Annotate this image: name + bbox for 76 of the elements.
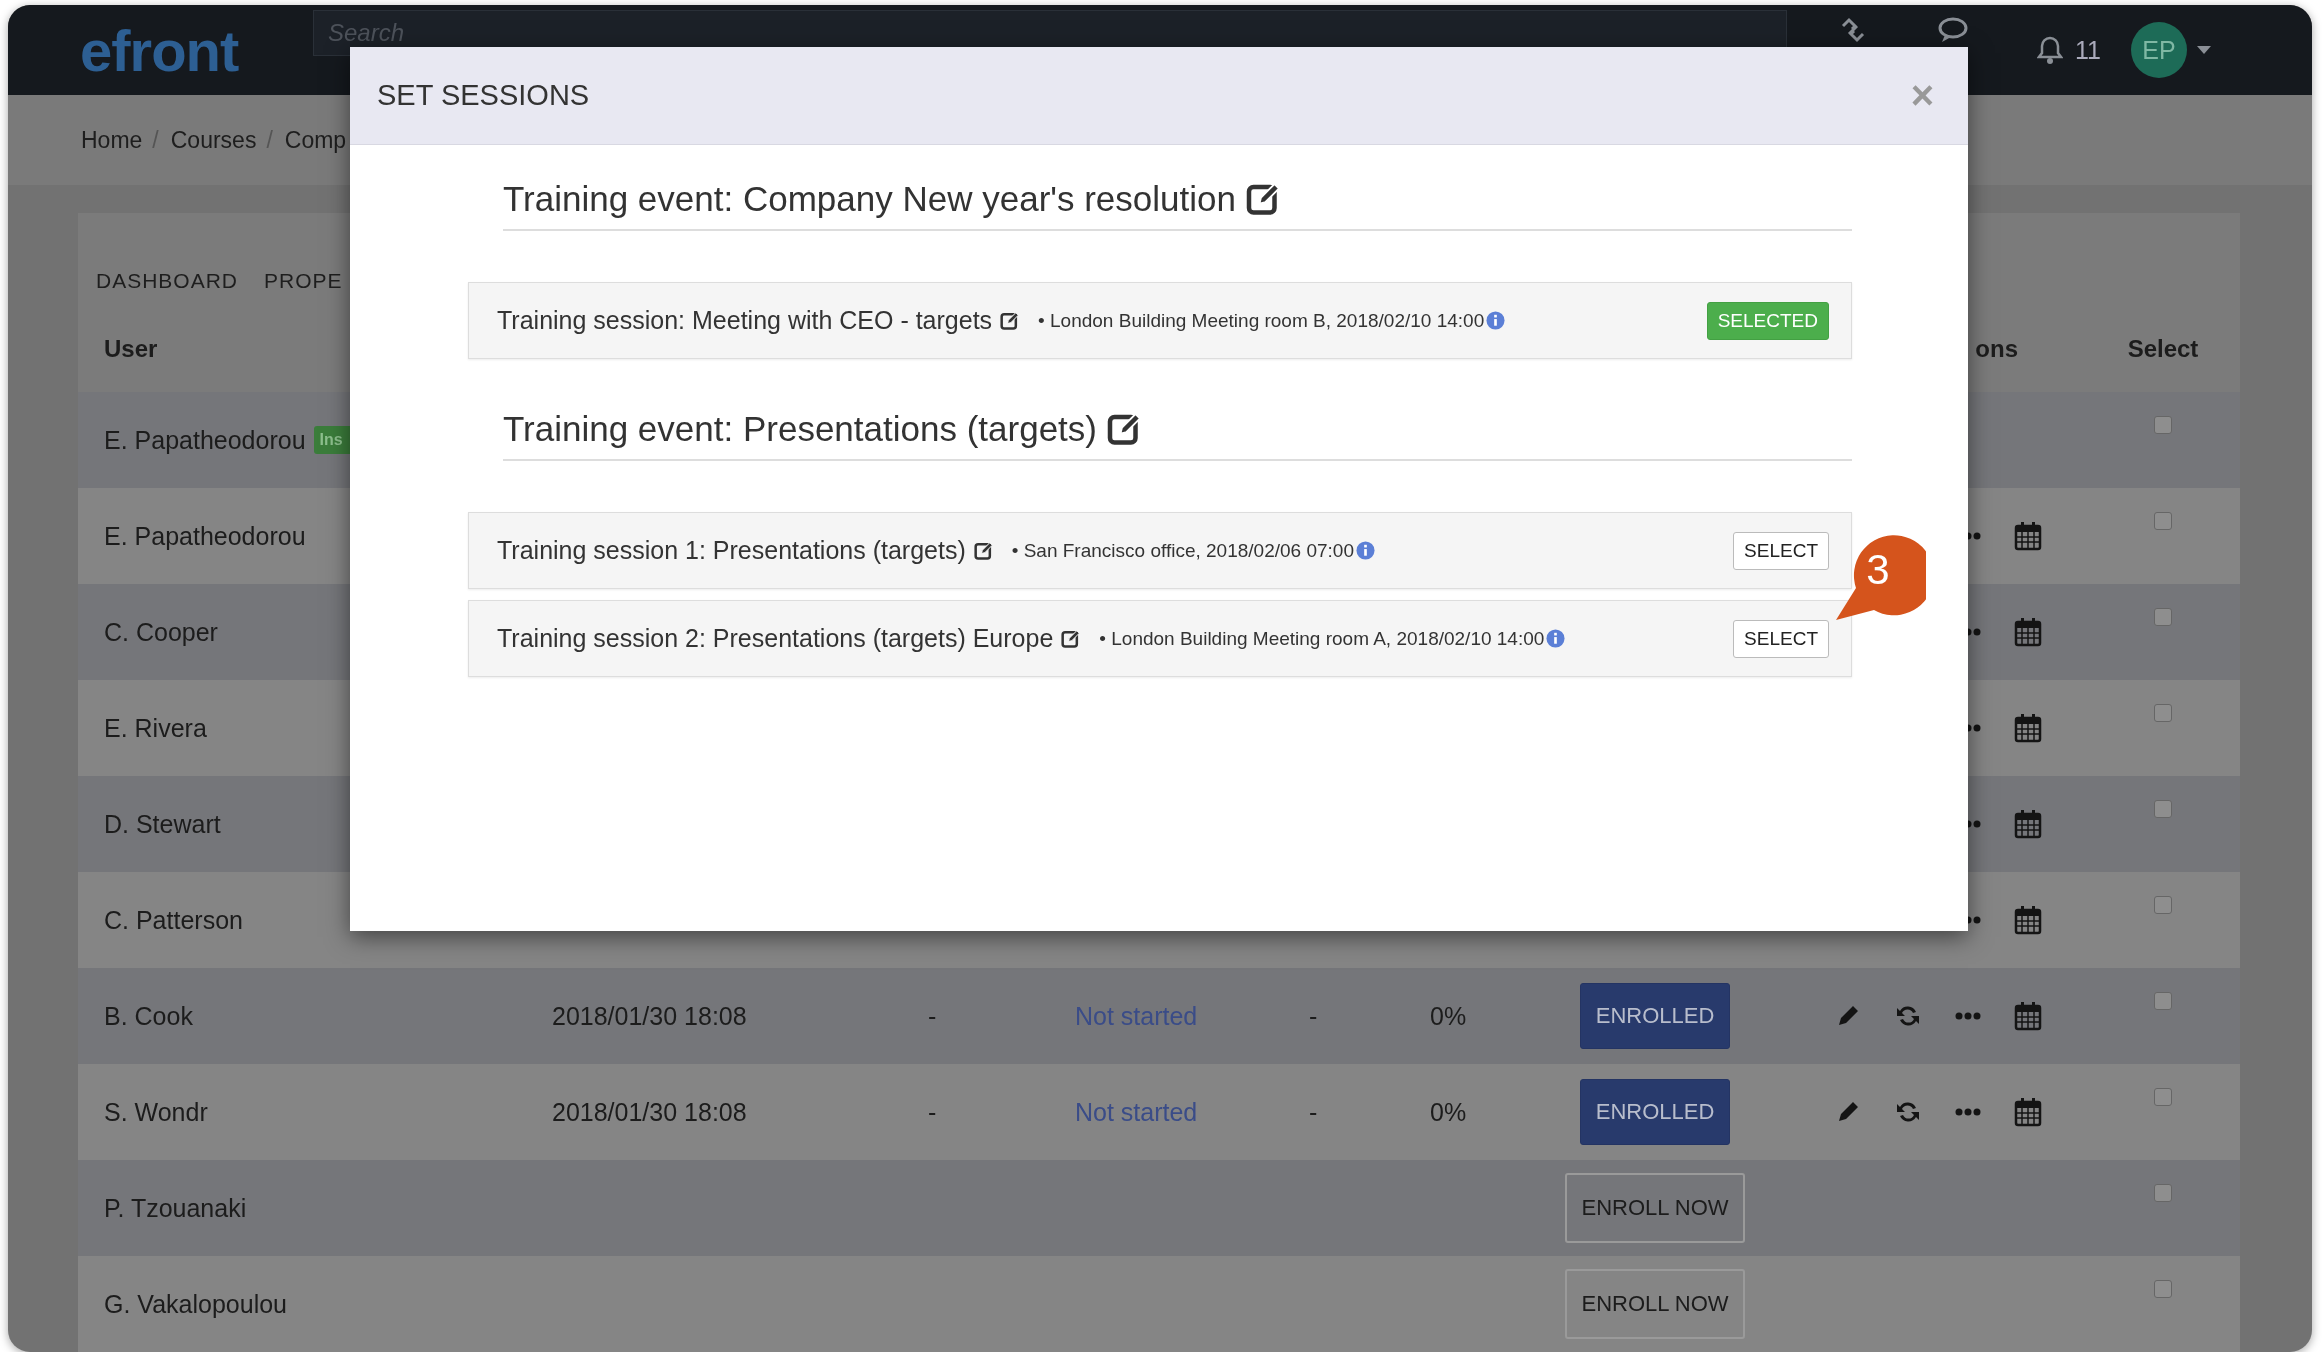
select-button[interactable]: SELECT — [1733, 619, 1829, 658]
event-heading: Training event: Presentations (targets) — [503, 409, 1097, 449]
dialog-title: SET SESSIONS — [377, 79, 591, 112]
tab[interactable]: PROPE — [264, 269, 343, 293]
caret-icon[interactable] — [2196, 45, 2211, 55]
row-checkbox[interactable] — [2154, 1088, 2172, 1106]
column-header: Select — [2126, 334, 2199, 363]
table-cell-text: - — [1309, 1001, 1319, 1031]
calendar-icon[interactable] — [2014, 713, 2042, 743]
session-title: Training session 1: Presentations (targets) — [497, 536, 966, 565]
column-header: User — [104, 334, 159, 363]
row-checkbox[interactable] — [2154, 800, 2172, 818]
calendar-icon[interactable] — [2014, 521, 2042, 551]
row-checkbox[interactable] — [2154, 1184, 2172, 1202]
user-avatar[interactable]: EP — [2130, 22, 2187, 78]
user-name: P. Tzouanaki — [104, 1193, 247, 1223]
notification-count: 11 — [2075, 35, 2101, 65]
user-name: D. Stewart — [104, 809, 221, 839]
breadcrumb-separator: / — [152, 126, 159, 154]
select-button[interactable]: SELECT — [1733, 531, 1829, 570]
chat-icon[interactable] — [1937, 16, 1969, 44]
row-checkbox[interactable] — [2154, 704, 2172, 722]
table-cell-text: - — [928, 1097, 938, 1127]
calendar-icon[interactable] — [2014, 809, 2042, 839]
info-icon[interactable] — [1355, 541, 1375, 560]
breadcrumb-link[interactable]: Home — [81, 126, 143, 154]
user-name: E. Papatheodorou — [104, 521, 306, 551]
user-name: E. Rivera — [104, 713, 207, 743]
selected-button[interactable]: SELECTED — [1706, 301, 1829, 340]
calendar-icon[interactable] — [2014, 1001, 2042, 1031]
user-name: C. Cooper — [104, 617, 218, 647]
table-cell-text: - — [928, 1001, 938, 1031]
more-icon[interactable] — [1955, 1012, 1981, 1020]
user-name: E. Papatheodorou — [104, 425, 306, 455]
row-checkbox[interactable] — [2154, 512, 2172, 530]
info-icon[interactable] — [1546, 629, 1566, 648]
row-checkbox[interactable] — [2154, 416, 2172, 434]
calendar-icon[interactable] — [2014, 1097, 2042, 1127]
enroll-button[interactable]: ENROLL NOW — [1565, 1269, 1745, 1339]
session-details: • San Francisco office, 2018/02/06 07:00 — [1011, 539, 1354, 562]
session-title: Training session 2: Presentations (targets) Europe — [497, 624, 1054, 653]
enroll-button[interactable]: ENROLL NOW — [1565, 1173, 1745, 1243]
progress-cell-text: 0% — [1430, 1097, 1468, 1127]
more-icon[interactable] — [1955, 1108, 1981, 1116]
row-checkbox[interactable] — [2154, 608, 2172, 626]
row-checkbox[interactable] — [2154, 896, 2172, 914]
bell-icon[interactable] — [2037, 35, 2063, 65]
user-name: B. Cook — [104, 1001, 193, 1031]
info-icon[interactable] — [1486, 311, 1506, 330]
calendar-icon[interactable] — [2014, 617, 2042, 647]
breadcrumb-separator: / — [266, 126, 273, 154]
session-title: Training session: Meeting with CEO - targets — [497, 306, 993, 335]
column-header: ons — [1975, 334, 2019, 363]
session-details: • London Building Meeting room B, 2018/02/10 14:00 — [1038, 309, 1485, 332]
session-details: • London Building Meeting room A, 2018/02/10 14:00 — [1099, 627, 1545, 650]
edit-icon[interactable] — [1061, 628, 1082, 649]
row-checkbox[interactable] — [2154, 1280, 2172, 1298]
date-cell-text: 2018/01/30 18:08 — [552, 1001, 748, 1031]
edit-icon[interactable] — [1000, 310, 1021, 331]
date-cell-text: 2018/01/30 18:08 — [552, 1097, 748, 1127]
edit-icon[interactable] — [973, 540, 994, 561]
table-cell-text: - — [1309, 1097, 1319, 1127]
breadcrumb-link[interactable]: Comp — [284, 126, 347, 154]
logo[interactable]: efront — [80, 16, 313, 84]
enrolled-button[interactable]: ENROLLED — [1580, 983, 1730, 1049]
event-heading: Training event: Company New year's resolution — [503, 179, 1236, 219]
user-name: C. Patterson — [104, 905, 243, 935]
user-name: G. Vakalopoulou — [104, 1289, 287, 1319]
breadcrumb-link[interactable]: Courses — [170, 126, 257, 154]
enrolled-button[interactable]: ENROLLED — [1580, 1079, 1730, 1145]
progress-cell-text: 0% — [1430, 1001, 1468, 1031]
row-checkbox[interactable] — [2154, 992, 2172, 1010]
calendar-icon[interactable] — [2014, 905, 2042, 935]
user-name: S. Wondr — [104, 1097, 208, 1127]
close-button[interactable]: × — [1910, 73, 1934, 118]
tab[interactable]: DASHBOARD — [96, 269, 239, 293]
